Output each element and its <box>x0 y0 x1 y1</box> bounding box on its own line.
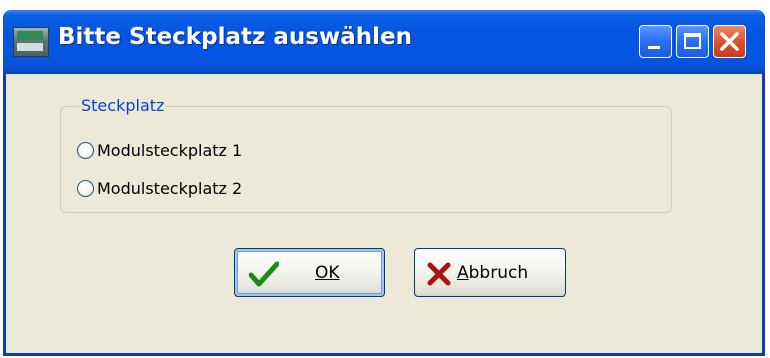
radio-button[interactable] <box>77 141 94 159</box>
cancel-button[interactable]: Abbruch <box>414 248 566 297</box>
radio-option-slot-2[interactable]: Modulsteckplatz 2 <box>77 176 242 200</box>
radio-button[interactable] <box>77 179 94 197</box>
app-icon <box>13 27 49 57</box>
groupbox-label: Steckplatz <box>79 96 167 115</box>
maximize-button[interactable] <box>676 25 709 58</box>
radio-label: Modulsteckplatz 2 <box>97 178 243 198</box>
close-icon <box>720 32 739 51</box>
minimize-icon <box>648 46 660 49</box>
radio-label: Modulsteckplatz 1 <box>97 140 243 160</box>
checkmark-icon <box>249 261 279 287</box>
window-title: Bitte Steckplatz auswählen <box>58 24 412 50</box>
ok-button-label: OK <box>315 263 340 283</box>
close-button[interactable] <box>713 25 746 58</box>
minimize-button[interactable] <box>639 25 672 58</box>
maximize-icon <box>684 33 701 49</box>
red-x-icon <box>427 262 451 286</box>
title-bar[interactable]: Bitte Steckplatz auswählen <box>3 10 765 74</box>
radio-option-slot-1[interactable]: Modulsteckplatz 1 <box>77 138 242 162</box>
ok-button[interactable]: OK <box>234 248 385 297</box>
cancel-button-label: Abbruch <box>457 263 529 283</box>
